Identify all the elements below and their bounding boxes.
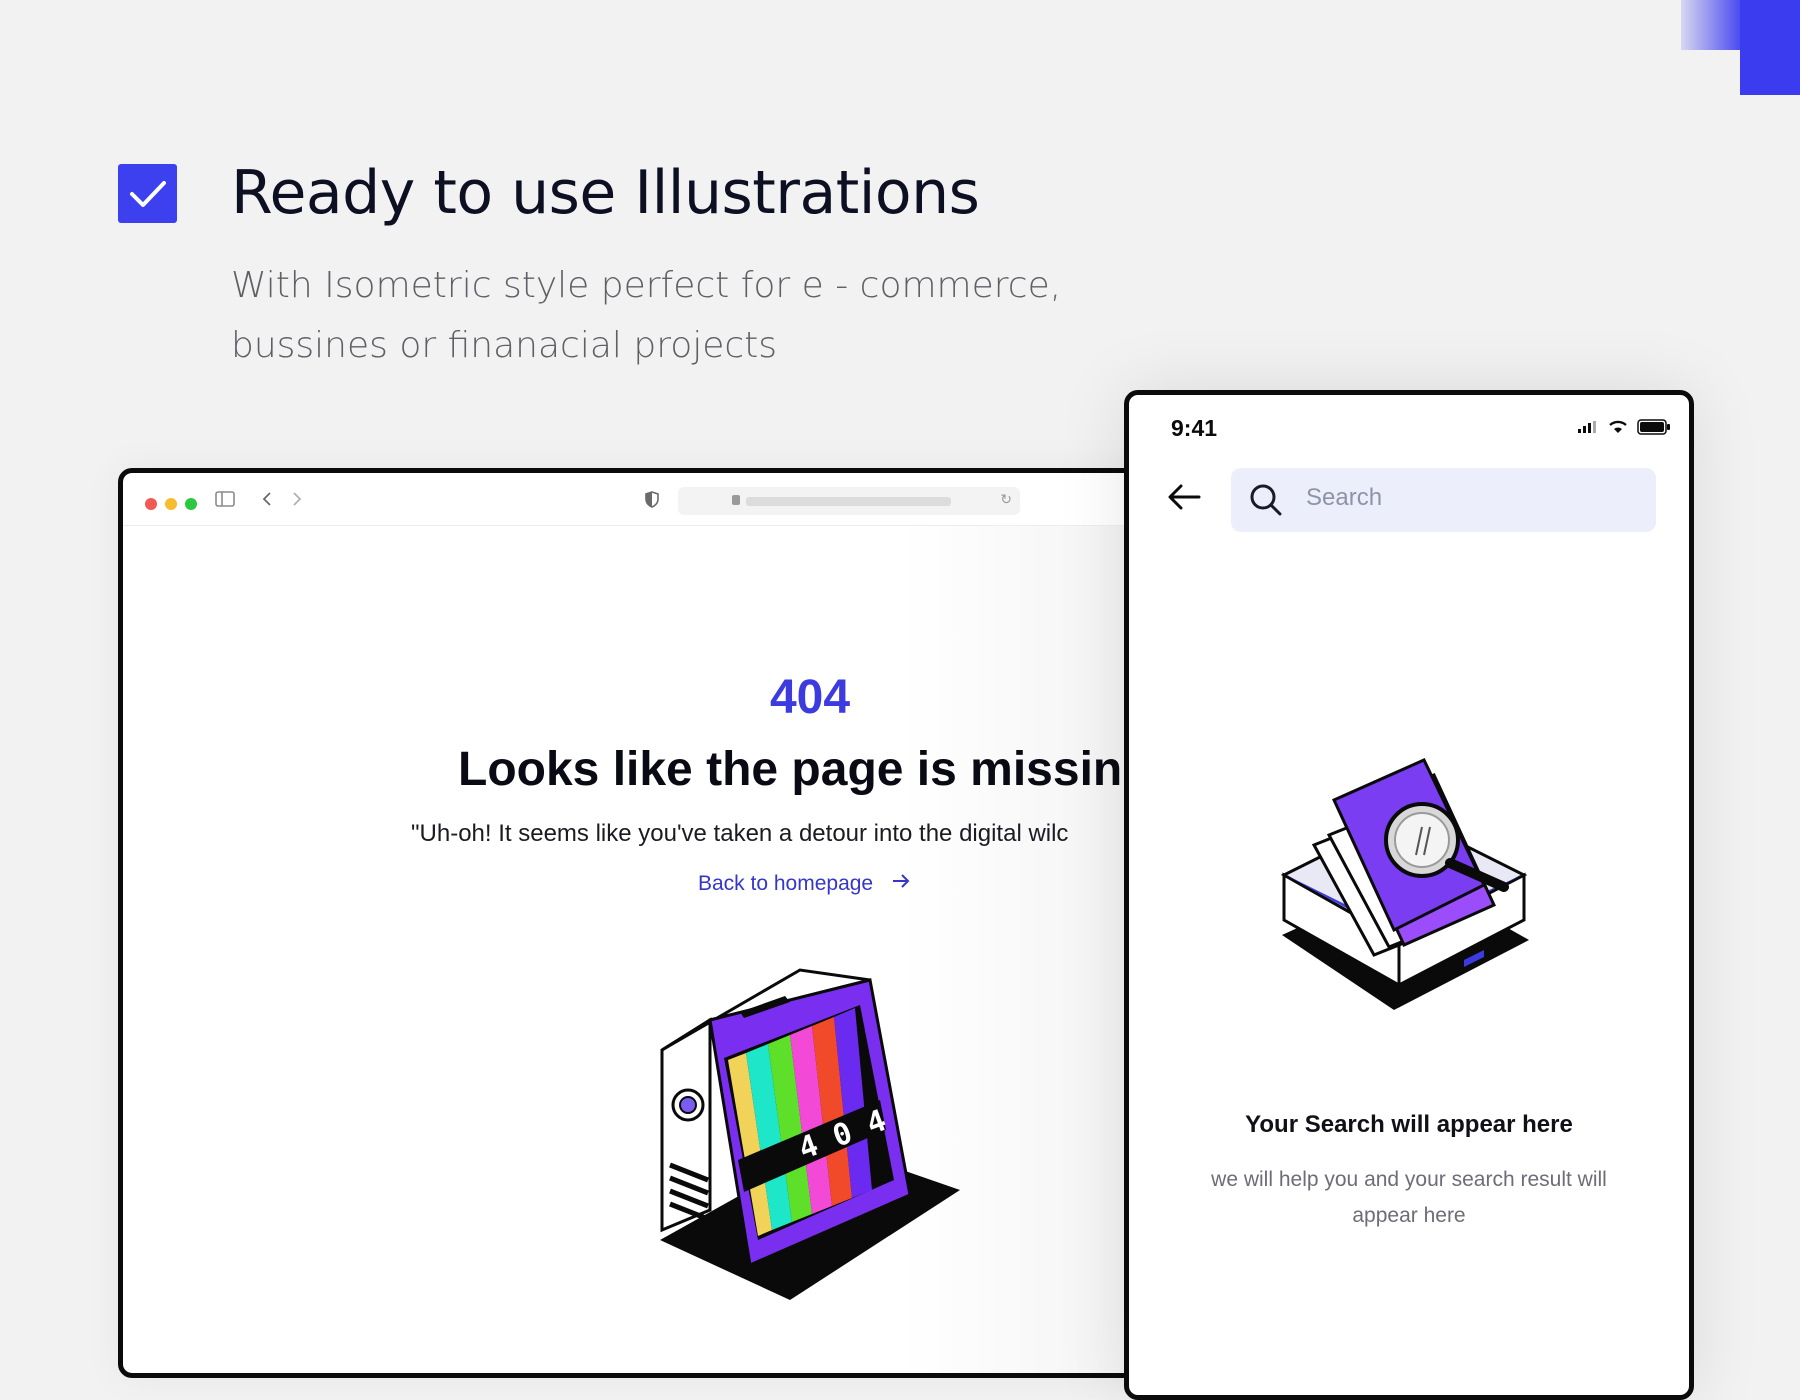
corner-decoration-fade xyxy=(1681,0,1741,50)
search-placeholder: Search xyxy=(1306,484,1383,511)
browser-toolbar: ↻ xyxy=(123,473,1183,526)
search-result-description: we will help you and your search result … xyxy=(1211,1168,1607,1227)
phone-frame: 9:41 Search Your Search will appear here… xyxy=(1124,390,1694,1400)
error-title: Looks like the page is missin xyxy=(458,743,1123,796)
search-result-title: Your Search will appear here xyxy=(1245,1111,1573,1138)
address-bar[interactable]: ↻ xyxy=(678,487,1020,515)
lock-icon xyxy=(732,495,740,505)
url-placeholder-bar xyxy=(746,497,951,506)
retro-tv-404-illustration: 4 0 4 xyxy=(660,968,960,1300)
wifi-icon xyxy=(1609,420,1627,433)
checkbox-checked-icon xyxy=(118,164,177,223)
nav-forward-icon[interactable] xyxy=(291,490,303,513)
reload-icon[interactable]: ↻ xyxy=(1000,491,1012,508)
arrow-right-icon xyxy=(891,872,911,896)
hero-subtitle: With Isometric style perfect for e - com… xyxy=(231,256,1131,376)
back-link-label: Back to homepage xyxy=(698,872,874,895)
close-window-button[interactable] xyxy=(145,498,157,510)
back-arrow-icon[interactable] xyxy=(1167,483,1201,516)
status-icons xyxy=(1577,419,1671,435)
maximize-window-button[interactable] xyxy=(185,498,197,510)
status-time: 9:41 xyxy=(1171,415,1218,441)
error-description: "Uh-oh! It seems like you've taken a det… xyxy=(411,820,1069,847)
nav-back-icon[interactable] xyxy=(261,490,273,513)
hero-subtitle-line-2: bussines or finanacial projects xyxy=(231,325,778,366)
sidebar-toggle-icon[interactable] xyxy=(215,490,235,513)
shield-icon[interactable] xyxy=(645,491,659,508)
search-folder-illustration xyxy=(1280,758,1529,1010)
search-icon xyxy=(1249,483,1283,522)
hero-subtitle-line-1: With Isometric style perfect for e - com… xyxy=(231,265,1062,306)
back-to-homepage-link[interactable]: Back to homepage xyxy=(698,872,911,896)
signal-icon xyxy=(1578,421,1596,433)
search-input[interactable]: Search xyxy=(1231,468,1656,532)
corner-decoration-solid xyxy=(1740,0,1800,95)
battery-icon xyxy=(1637,419,1670,435)
minimize-window-button[interactable] xyxy=(165,498,177,510)
hero-title: Ready to use Illustrations xyxy=(231,158,980,228)
